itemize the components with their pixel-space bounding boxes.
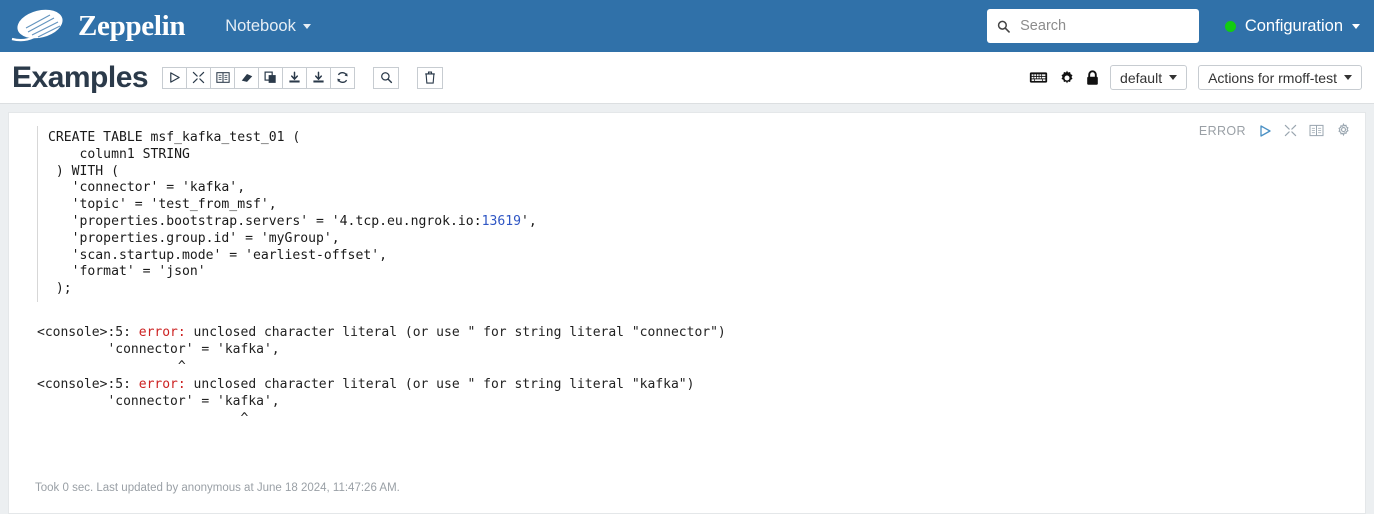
chevron-down-icon xyxy=(302,23,311,29)
code-editor[interactable]: CREATE TABLE msf_kafka_test_01 ( column1… xyxy=(37,126,1351,302)
interpreter-binding-label: default xyxy=(1120,69,1163,86)
code-line-5: 'topic' = 'test_from_msf', xyxy=(48,197,277,213)
output-line-1-prefix: <console>:5: xyxy=(37,324,139,340)
navbar-right: Configuration xyxy=(986,9,1360,43)
play-icon xyxy=(170,72,180,83)
lock-icon xyxy=(1087,69,1098,85)
clone-note-button[interactable] xyxy=(258,66,284,89)
output-line-2: 'connector' = 'kafka', xyxy=(37,342,280,358)
paragraph-footer-status: Took 0 sec. Last updated by anonymous at… xyxy=(35,482,400,494)
clear-all-output-button[interactable] xyxy=(234,66,260,89)
code-line-9: 'format' = 'json' xyxy=(48,264,206,280)
output-line-1-error: error: xyxy=(138,324,186,340)
keyboard-shortcuts-button[interactable] xyxy=(1029,71,1048,84)
configuration-menu[interactable]: Configuration xyxy=(1224,16,1360,36)
configuration-label: Configuration xyxy=(1244,16,1343,35)
show-editor-button[interactable] xyxy=(1309,124,1324,137)
code-port-number: 13619 xyxy=(481,213,521,229)
output-line-5: 'connector' = 'kafka', xyxy=(37,393,280,409)
book-icon xyxy=(1309,124,1324,137)
search-code-button[interactable] xyxy=(373,66,400,89)
page-title: Examples xyxy=(12,60,149,94)
code-line-10: ); xyxy=(48,281,72,297)
chevron-down-icon xyxy=(1352,23,1360,29)
output-line-4-error: error: xyxy=(138,376,186,392)
keyboard-icon xyxy=(1029,72,1048,83)
export-note-button[interactable] xyxy=(282,66,308,89)
hide-all-output-button[interactable] xyxy=(186,66,212,89)
paragraph-controls: ERROR xyxy=(1199,123,1351,138)
note-action-button-group xyxy=(162,66,356,89)
search-icon xyxy=(997,20,1010,33)
run-paragraph-button[interactable] xyxy=(1258,124,1272,138)
toggle-all-code-button[interactable] xyxy=(210,66,236,89)
code-content: CREATE TABLE msf_kafka_test_01 ( column1… xyxy=(48,130,1351,298)
nav-item-notebook[interactable]: Notebook xyxy=(219,13,317,40)
output-content: <console>:5: error: unclosed character l… xyxy=(37,324,1351,427)
move-note-to-trash-button[interactable] xyxy=(417,66,444,89)
code-line-6-head: 'properties.bootstrap.servers' = '4.tcp.… xyxy=(48,213,482,229)
download-icon xyxy=(289,71,300,83)
note-actions-label: Actions for rmoff-test xyxy=(1208,69,1337,86)
search-box[interactable] xyxy=(986,9,1199,43)
run-all-paragraphs-button[interactable] xyxy=(162,66,188,89)
chevron-down-icon xyxy=(1344,75,1352,80)
status-badge: ERROR xyxy=(1198,123,1246,138)
output-line-1-rest: unclosed character literal (or use " for… xyxy=(185,324,726,340)
note-actions-dropdown[interactable]: Actions for rmoff-test xyxy=(1198,65,1362,90)
code-line-8: 'scan.startup.mode' = 'earliest-offset', xyxy=(48,247,387,263)
collapse-arrows-icon xyxy=(1284,124,1297,137)
note-settings-button[interactable] xyxy=(1059,70,1075,86)
code-line-7: 'properties.group.id' = 'myGroup', xyxy=(48,230,340,246)
hide-output-button[interactable] xyxy=(1284,124,1297,137)
code-line-4: 'connector' = 'kafka', xyxy=(48,180,246,196)
brand-name: Zeppelin xyxy=(78,9,186,42)
paragraph-output: <console>:5: error: unclosed character l… xyxy=(37,324,1351,427)
code-line-6-tail: ', xyxy=(521,213,537,229)
notebook-area: ERROR CREATE TABLE msf_kafka_test_01 (c… xyxy=(0,104,1374,514)
code-line-2: column1 STRING xyxy=(48,146,190,162)
note-permissions-button[interactable] xyxy=(1086,69,1099,86)
import-note-button[interactable] xyxy=(306,66,332,89)
nav-item-notebook-label: Notebook xyxy=(225,16,296,35)
book-icon xyxy=(215,72,230,83)
collapse-arrows-icon xyxy=(192,71,205,84)
interpreter-binding-dropdown[interactable]: default xyxy=(1110,65,1188,90)
gear-icon xyxy=(1061,70,1073,83)
play-icon xyxy=(1260,124,1271,137)
eraser-icon xyxy=(241,74,252,82)
download-icon xyxy=(313,71,324,83)
paragraph-settings-button[interactable] xyxy=(1336,123,1351,138)
note-toolbar: Examples default Actions for rmoff-test xyxy=(0,52,1374,104)
output-line-6: ^ xyxy=(37,410,249,426)
note-toolbar-right: default Actions for rmoff-test xyxy=(1029,65,1362,90)
code-line-3: ) WITH ( xyxy=(48,163,119,179)
paragraph: ERROR CREATE TABLE msf_kafka_test_01 (c… xyxy=(8,112,1366,514)
output-line-4-prefix: <console>:5: xyxy=(37,376,139,392)
zeppelin-airship-logo xyxy=(11,9,63,42)
search-icon xyxy=(380,72,392,84)
brand[interactable]: Zeppelin xyxy=(10,8,185,44)
reload-note-button[interactable] xyxy=(330,66,356,89)
trash-icon xyxy=(425,71,435,84)
top-navbar: Zeppelin Notebook Configuration xyxy=(0,0,1374,52)
chevron-down-icon xyxy=(1169,75,1178,80)
output-line-4-rest: unclosed character literal (or use " for… xyxy=(185,376,695,392)
gear-icon xyxy=(1338,123,1349,137)
connection-status-dot xyxy=(1224,20,1236,32)
search-input[interactable] xyxy=(1018,17,1189,35)
code-line-1: CREATE TABLE msf_kafka_test_01 ( xyxy=(48,130,301,145)
output-line-3: ^ xyxy=(37,359,186,375)
refresh-icon xyxy=(337,72,348,83)
copy-icon xyxy=(264,71,276,83)
